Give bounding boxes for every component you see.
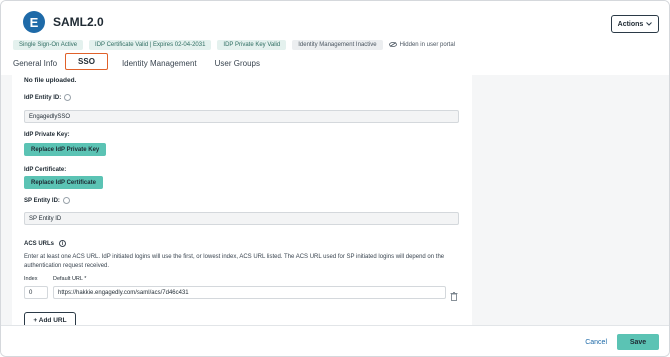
actions-label: Actions [617, 20, 644, 28]
app-window: E SAML2.0 Actions Single Sign-On Active … [0, 0, 670, 357]
status-badge-identity-management: Identity Management Inactive [292, 40, 383, 50]
actions-button[interactable]: Actions [611, 15, 659, 33]
idp-private-key-label: IdP Private Key: [24, 132, 70, 138]
acs-index-input[interactable]: 0 [24, 286, 48, 299]
trash-icon[interactable] [450, 288, 458, 301]
chevron-down-icon [646, 21, 653, 28]
idp-certificate-label: IdP Certificate: [24, 167, 67, 173]
save-button[interactable]: Save [617, 334, 659, 350]
sp-entity-id-label-text: SP Entity ID: [24, 197, 60, 204]
page-title: SAML2.0 [53, 15, 104, 29]
sp-entity-id-input[interactable]: SP Entity ID [24, 212, 459, 225]
acs-help-text: Enter at least one ACS URL. IdP initiate… [24, 254, 445, 269]
footer-bar: Cancel Save [1, 325, 669, 356]
tab-user-groups[interactable]: User Groups [215, 56, 260, 71]
header: E SAML2.0 Actions Single Sign-On Active … [1, 1, 669, 53]
eye-slash-icon [388, 41, 397, 49]
acs-url-input[interactable]: https://hakkie.engagedly.com/saml/acs/7d… [53, 286, 446, 299]
acs-urls-title: ACS URLs [24, 240, 55, 247]
hidden-in-portal-note: Hidden in user portal [388, 41, 455, 49]
no-file-text: No file uploaded. [24, 77, 77, 84]
info-icon[interactable]: i [59, 240, 67, 247]
sp-entity-id-label: SP Entity ID: [24, 197, 70, 204]
tab-identity-management[interactable]: Identity Management [122, 56, 197, 71]
idp-entity-id-label-text: IdP Entity ID: [24, 94, 62, 101]
status-badges: Single Sign-On Active IDP Certificate Va… [13, 40, 455, 50]
acs-urls-heading: ACS URLs i [24, 240, 67, 247]
info-icon [64, 94, 72, 101]
app-avatar: E [23, 11, 45, 33]
tab-bar: General Info SSO Identity Management Use… [13, 53, 278, 74]
idp-entity-id-input[interactable]: EngagedlySSO [24, 110, 459, 123]
idp-entity-id-label: IdP Entity ID: [24, 94, 72, 101]
status-badge-private-key: IDP Private Key Valid [217, 40, 287, 50]
tab-general-info[interactable]: General Info [13, 56, 57, 71]
cancel-button[interactable]: Cancel [585, 339, 607, 346]
content-area: No file uploaded. IdP Entity ID: Engaged… [1, 75, 669, 328]
status-badge-certificate: IDP Certificate Valid | Expires 02-04-20… [89, 40, 212, 50]
replace-certificate-button[interactable]: Replace IdP Certificate [24, 176, 103, 189]
status-badge-sso: Single Sign-On Active [13, 40, 84, 50]
replace-private-key-button[interactable]: Replace IdP Private Key [24, 143, 107, 156]
info-icon [62, 197, 70, 204]
sso-form-panel: No file uploaded. IdP Entity ID: Engaged… [12, 75, 472, 328]
default-url-column-label: Default URL * [53, 276, 87, 282]
hidden-note-text: Hidden in user portal [399, 42, 455, 48]
tab-sso[interactable]: SSO [65, 53, 108, 70]
index-column-label: Index [24, 276, 38, 282]
